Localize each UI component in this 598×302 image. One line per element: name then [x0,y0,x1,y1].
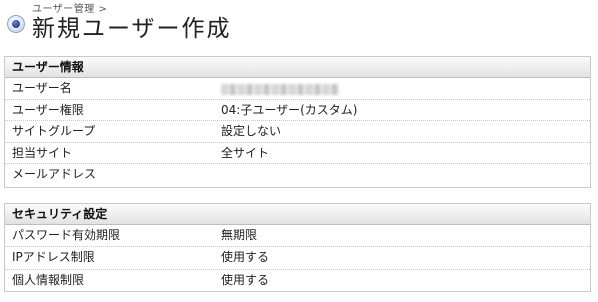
email-row: メールアドレス [5,164,590,186]
security-settings-section: セキュリティ設定 パスワード有効期限 無期限 IPアドレス制限 使用する 個人情… [4,203,591,292]
user-name-value [221,78,339,99]
row-label: 個人情報制限 [12,272,85,287]
radio-bullet-dot [12,20,20,28]
row-value: 設定しない [221,124,282,139]
row-label: IPアドレス制限 [12,250,95,265]
row-label: 担当サイト [12,145,73,160]
row-label: サイトグループ [12,124,96,139]
row-label: メールアドレス [12,167,97,182]
row-label: ユーザー権限 [12,102,84,117]
row-label: ユーザー名 [12,81,72,95]
ip-restriction-row: IPアドレス制限 使用する [5,247,590,270]
row-value: 無期限 [221,228,258,242]
row-label: パスワード有効期限 [12,228,121,242]
row-value: 04:子ユーザー(カスタム) [221,102,358,117]
assigned-site-row: 担当サイト 全サイト [5,143,590,165]
row-value: 全サイト [221,145,270,160]
user-name-row: ユーザー名 [5,78,590,100]
user-role-row: ユーザー権限 04:子ユーザー(カスタム) [5,100,590,122]
user-info-section: ユーザー情報 ユーザー名 ユーザー権限 04:子ユーザー(カスタム) サイトグル… [4,56,591,188]
section-title: セキュリティ設定 [5,204,590,225]
row-value: 使用する [221,272,270,287]
personal-info-restriction-row: 個人情報制限 使用する [5,270,590,292]
section-title: ユーザー情報 [5,57,590,78]
site-group-row: サイトグループ 設定しない [5,121,590,143]
redacted-username [221,84,339,95]
page-header: ユーザー管理 > 新規ユーザー作成 [7,0,587,44]
row-value: 使用する [221,250,270,265]
password-expiry-row: パスワード有効期限 無期限 [5,225,590,248]
page-title: 新規ユーザー作成 [32,16,232,42]
radio-bullet-icon [7,15,25,33]
user-create-page: ユーザー管理 > 新規ユーザー作成 ユーザー情報 ユーザー名 ユーザー権限 04… [0,0,598,302]
